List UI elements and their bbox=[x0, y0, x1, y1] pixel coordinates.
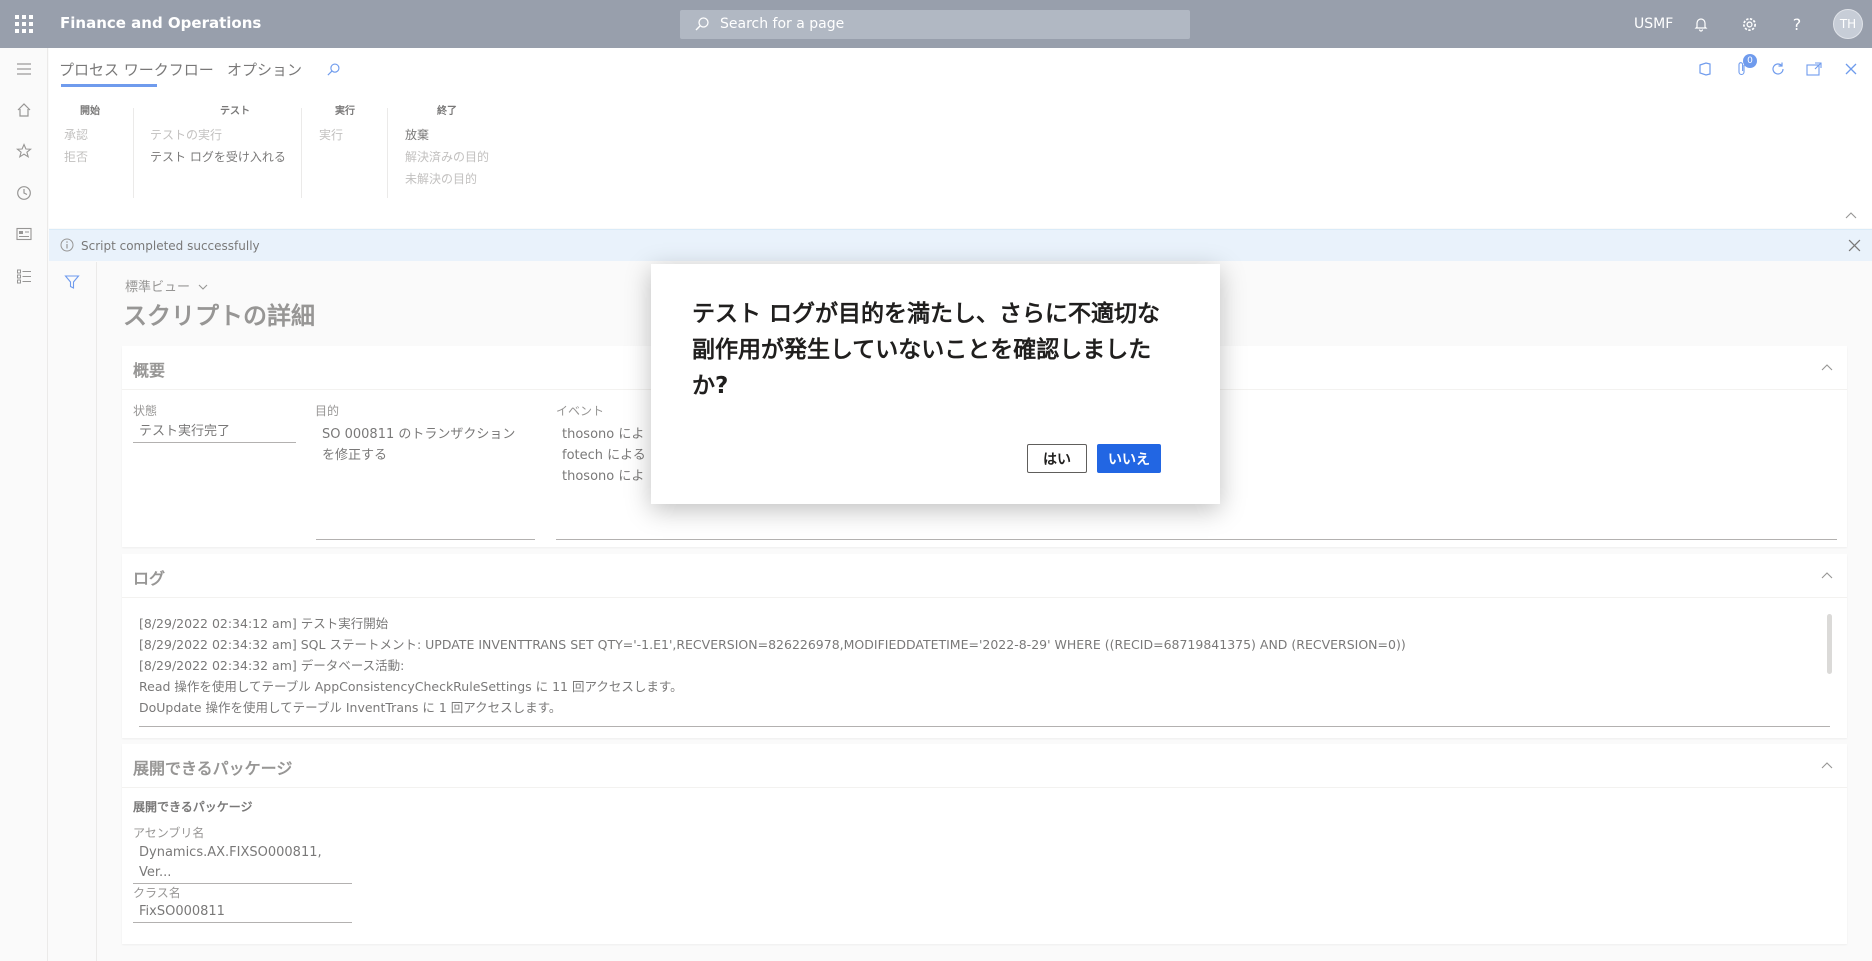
yes-button[interactable]: はい bbox=[1027, 444, 1087, 473]
confirm-dialog: テスト ログが目的を満たし、さらに不適切な副作用が発生していないことを確認しまし… bbox=[651, 264, 1220, 504]
no-button[interactable]: いいえ bbox=[1097, 444, 1161, 473]
dialog-message: テスト ログが目的を満たし、さらに不適切な副作用が発生していないことを確認しまし… bbox=[692, 301, 1161, 399]
